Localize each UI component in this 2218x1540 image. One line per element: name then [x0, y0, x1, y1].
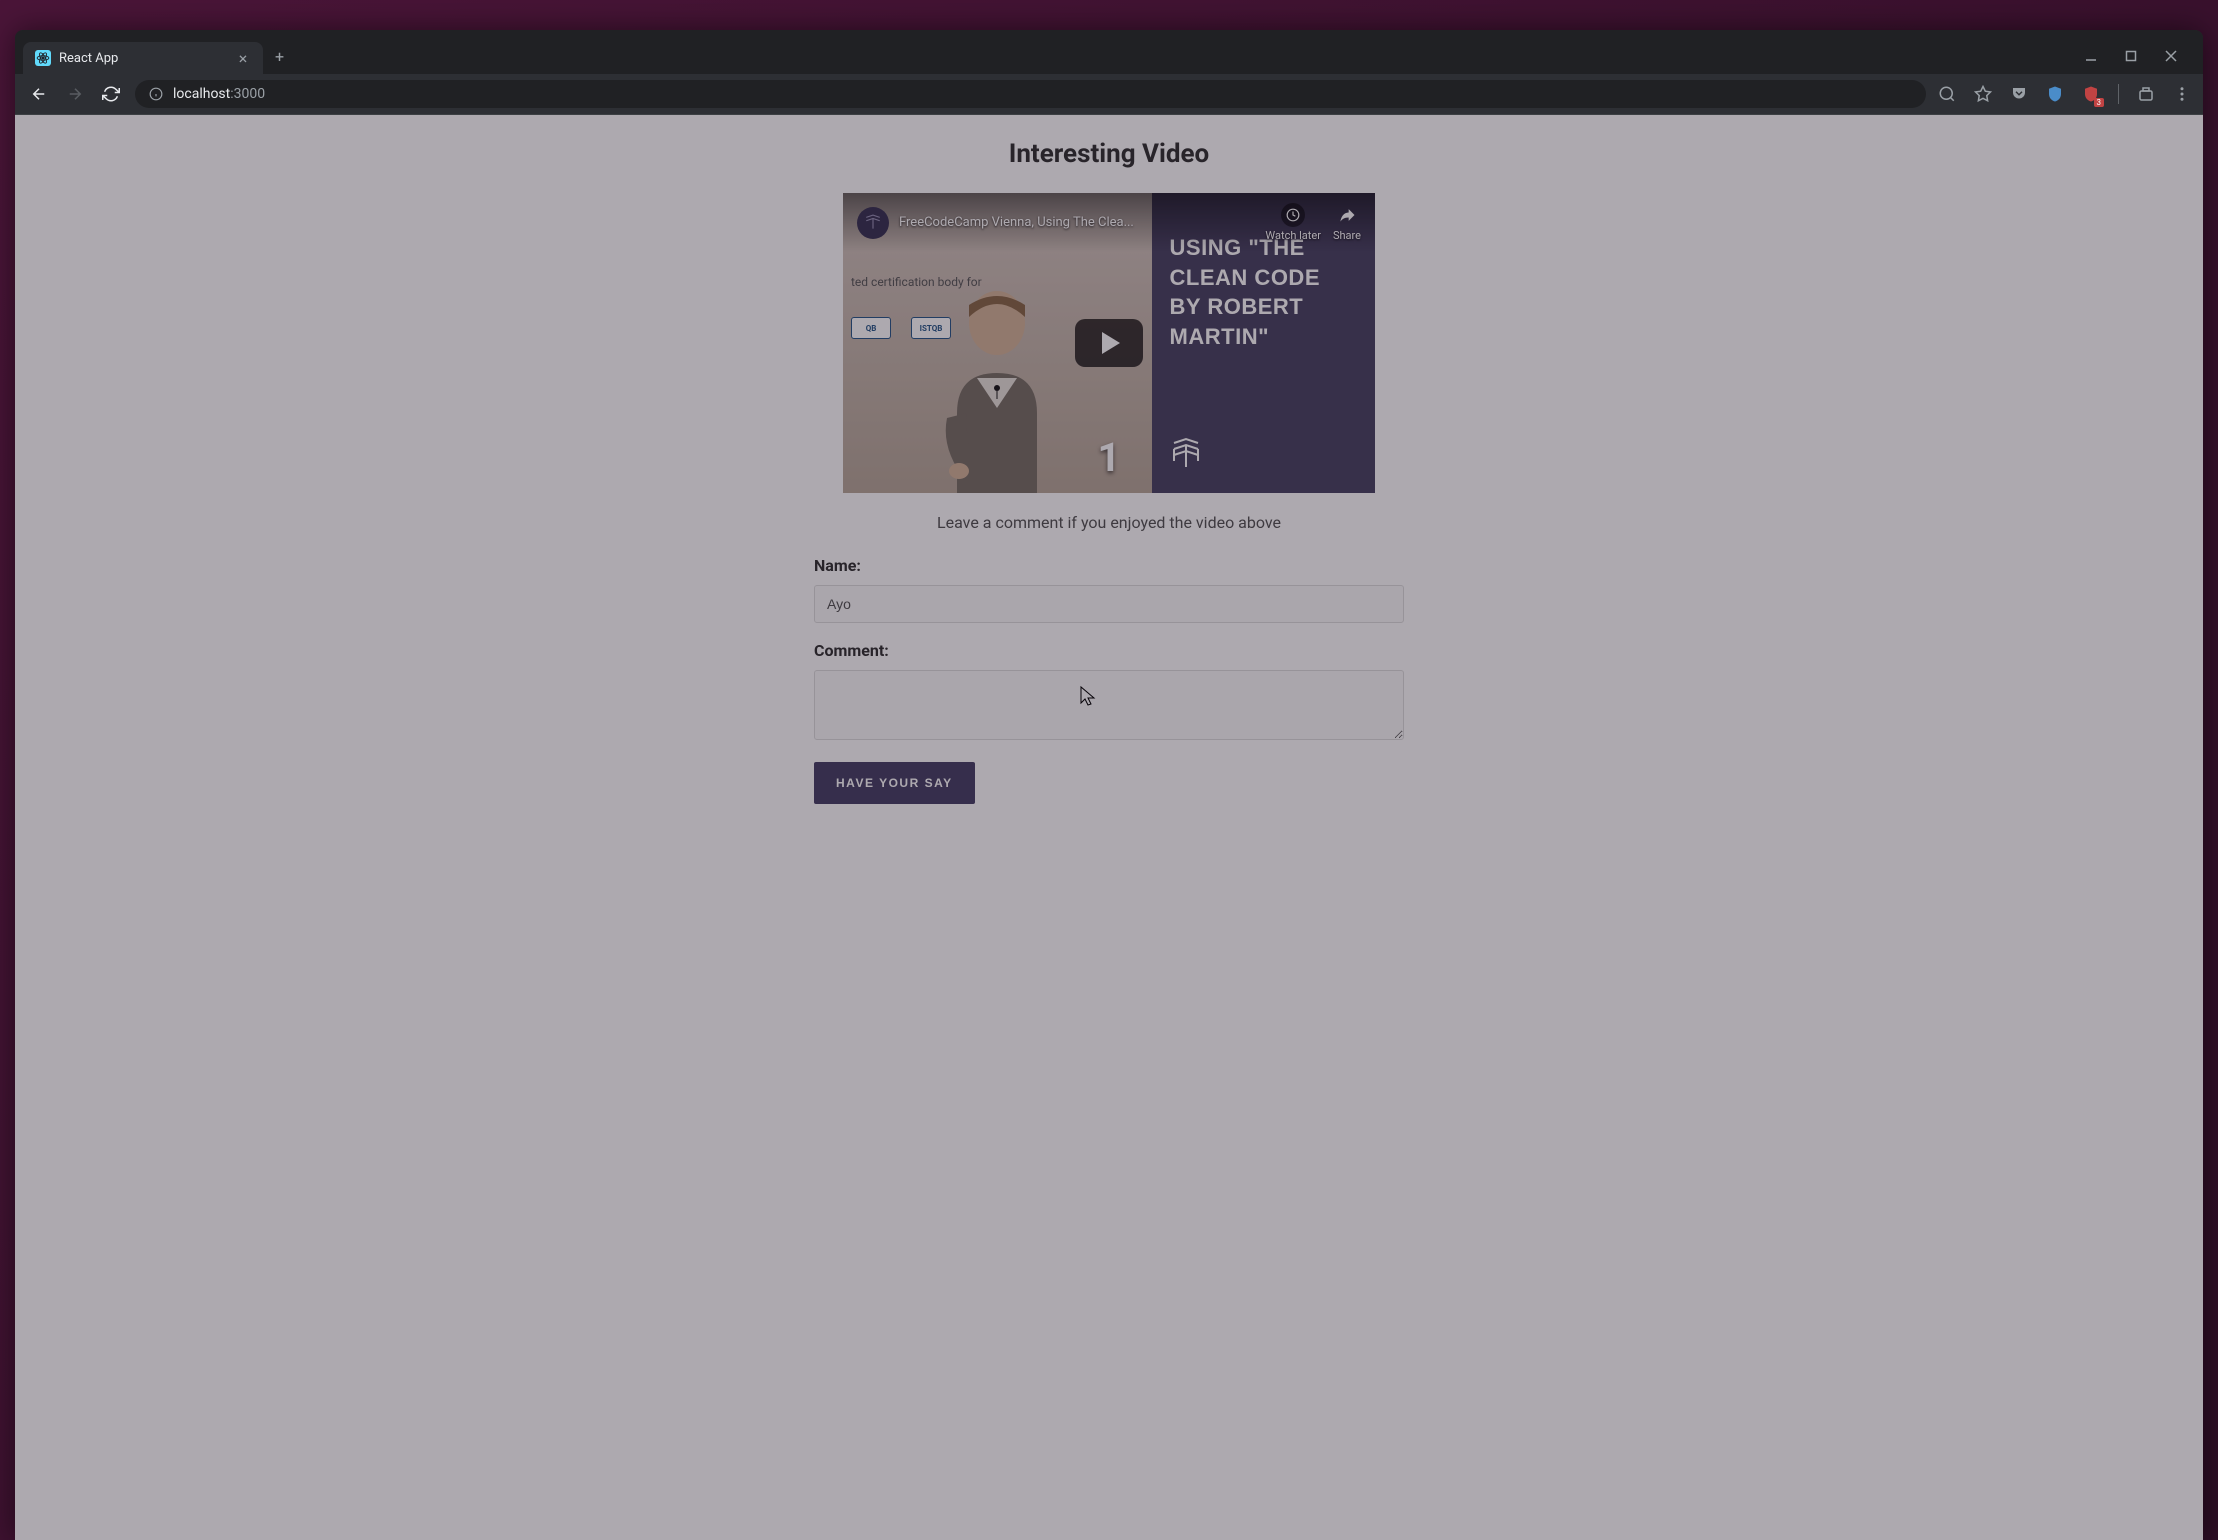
info-icon	[149, 87, 163, 101]
watch-later-button[interactable]: Watch later	[1265, 203, 1321, 242]
new-tab-button[interactable]: +	[263, 39, 296, 74]
share-icon	[1335, 203, 1359, 227]
content-area: Interesting Video ted certification body…	[15, 115, 2203, 1540]
reload-button[interactable]	[99, 82, 123, 106]
close-tab-icon[interactable]: ×	[235, 50, 251, 66]
video-counter: 1	[1098, 434, 1121, 481]
bookmark-star-icon[interactable]	[1974, 85, 1992, 103]
ublock-icon[interactable]	[2082, 85, 2100, 103]
tab-title: React App	[59, 51, 227, 66]
maximize-button[interactable]	[2123, 50, 2139, 62]
video-title[interactable]: FreeCodeCamp Vienna, Using The Clea...	[899, 215, 1255, 230]
minimize-button[interactable]	[2083, 50, 2099, 62]
comment-label: Comment:	[814, 641, 1404, 660]
browser-window: React App × + localhost:3000	[15, 30, 2203, 1540]
page-content: Interesting Video ted certification body…	[814, 115, 1404, 844]
fcc-logo-icon	[1170, 437, 1202, 469]
channel-avatar[interactable]	[857, 207, 889, 239]
profile-icon[interactable]	[2137, 85, 2155, 103]
presenter-silhouette	[907, 273, 1087, 493]
react-favicon	[35, 50, 51, 66]
video-header: FreeCodeCamp Vienna, Using The Clea... W…	[843, 193, 1375, 252]
clock-icon	[1281, 203, 1305, 227]
share-button[interactable]: Share	[1333, 203, 1361, 242]
url-text: localhost:3000	[173, 86, 265, 102]
page-title: Interesting Video	[814, 139, 1404, 169]
pocket-icon[interactable]	[2010, 85, 2028, 103]
comment-group: Comment:	[814, 641, 1404, 744]
name-group: Name:	[814, 556, 1404, 623]
divider	[2118, 84, 2119, 104]
comment-textarea[interactable]	[814, 670, 1404, 740]
back-button[interactable]	[27, 82, 51, 106]
search-icon[interactable]	[1938, 85, 1956, 103]
tab-bar: React App × +	[15, 30, 2203, 74]
subtitle-text: Leave a comment if you enjoyed the video…	[814, 513, 1404, 532]
window-controls	[2083, 50, 2195, 62]
video-top-controls: Watch later Share	[1265, 203, 1361, 242]
video-embed[interactable]: ted certification body for QB ISTQB	[843, 193, 1375, 493]
name-label: Name:	[814, 556, 1404, 575]
menu-icon[interactable]	[2173, 85, 2191, 103]
submit-button[interactable]: HAVE YOUR SAY	[814, 762, 975, 804]
extensions-area	[1938, 84, 2191, 104]
qb-logo: QB	[851, 317, 891, 339]
name-input[interactable]	[814, 585, 1404, 623]
bitwarden-icon[interactable]	[2046, 85, 2064, 103]
address-bar[interactable]: localhost:3000	[135, 80, 1926, 108]
browser-tab[interactable]: React App ×	[23, 42, 263, 74]
nav-bar: localhost:3000	[15, 74, 2203, 115]
play-button[interactable]	[1075, 319, 1143, 367]
forward-button[interactable]	[63, 82, 87, 106]
close-window-button[interactable]	[2163, 50, 2179, 62]
